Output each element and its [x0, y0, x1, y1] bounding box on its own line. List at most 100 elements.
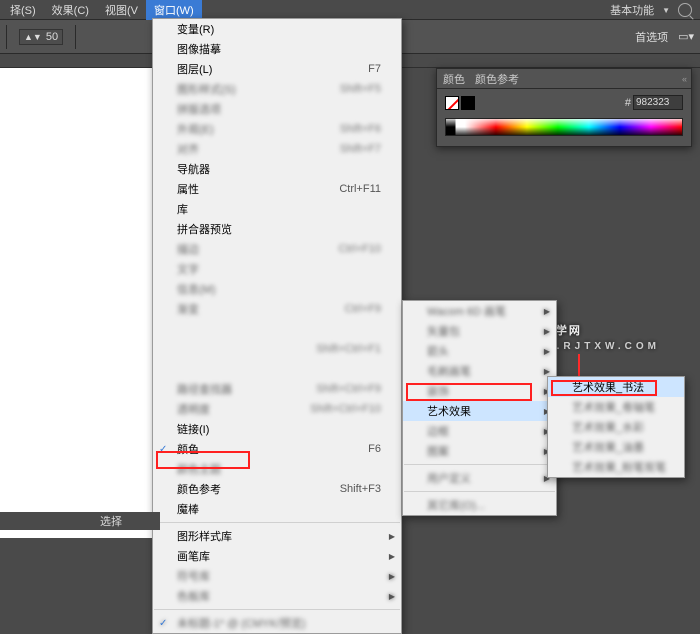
window-menu-item-28[interactable]: 符号库▶ — [153, 566, 401, 586]
menu-item-label: 拼合器预览 — [177, 221, 232, 237]
artistic-item-3[interactable]: 艺术效果_油墨 — [548, 437, 684, 457]
menu-item-label: 图层(L) — [177, 61, 212, 77]
menu-item-shortcut: Shift+F5 — [310, 83, 381, 95]
swatch-black[interactable] — [461, 96, 475, 110]
window-menu-item-14[interactable]: 渐变Ctrl+F9 — [153, 299, 401, 319]
hex-input[interactable] — [633, 95, 683, 110]
window-menu-item-16[interactable]: Shift+Ctrl+F1 — [153, 339, 401, 359]
window-menu-item-21[interactable]: ✓颜色F6 — [153, 439, 401, 459]
stroke-weight-combo[interactable]: ▲▼ 50 — [19, 29, 63, 45]
document-canvas[interactable] — [0, 68, 152, 538]
color-spectrum[interactable] — [445, 118, 683, 136]
menu-item-label: 其它库(O)... — [427, 497, 485, 513]
window-menu-item-8[interactable]: 属性 Ctrl+F11 — [153, 179, 401, 199]
menu-item-label: 艺术效果_书法 — [572, 379, 644, 395]
brush-library-item-2[interactable]: 箭头▶ — [403, 341, 556, 361]
window-menu-item-18[interactable]: 路径查找器Shift+Ctrl+F9 — [153, 379, 401, 399]
menu-item-shortcut: Shift+F3 — [310, 483, 381, 495]
preferences-button[interactable]: 首选项 — [635, 29, 668, 45]
window-menu-item-31[interactable]: ✓未标题-1* @ (CMYK/预览) — [153, 613, 401, 633]
panel-collapse-icon[interactable]: « — [682, 74, 687, 84]
menubar-item-window[interactable]: 窗口(W) — [146, 0, 202, 20]
menu-item-label: Wacom 6D 画笔 — [427, 303, 506, 319]
window-menu-item-26[interactable]: 图形样式库▶ — [153, 526, 401, 546]
window-menu-item-2[interactable]: 图层(L) F7 — [153, 59, 401, 79]
brush-library-item-6[interactable]: 边框▶ — [403, 421, 556, 441]
menu-item-label: 图形样式(S) — [177, 81, 236, 97]
menu-item-label: 对齐 — [177, 141, 199, 157]
window-menu-item-13[interactable]: 信息(M) — [153, 279, 401, 299]
brush-library-item-9[interactable]: 用户定义▶ — [403, 468, 556, 488]
menu-item-label: 毛刷画笔 — [427, 363, 471, 379]
window-menu-item-5[interactable]: 外观(E)Shift+F6 — [153, 119, 401, 139]
submenu-arrow-icon: ▶ — [544, 307, 550, 316]
color-guide-tab[interactable]: 颜色参考 — [475, 71, 519, 87]
artistic-item-0[interactable]: 艺术效果_书法 — [548, 377, 684, 397]
top-menubar: 择(S) 效果(C) 视图(V 窗口(W) 基本功能 ▼ — [0, 0, 700, 20]
window-menu-item-23[interactable]: 颜色参考 Shift+F3 — [153, 479, 401, 499]
brush-library-item-1[interactable]: 矢量包▶ — [403, 321, 556, 341]
workspace-label[interactable]: 基本功能 — [610, 2, 654, 18]
window-menu-item-27[interactable]: 画笔库▶ — [153, 546, 401, 566]
color-tab[interactable]: 颜色 — [443, 71, 465, 87]
chevron-down-icon[interactable]: ▼ — [662, 6, 670, 15]
window-menu-item-15[interactable] — [153, 319, 401, 339]
window-menu-item-7[interactable]: 导航器 — [153, 159, 401, 179]
menu-item-shortcut: Ctrl+F11 — [309, 183, 381, 195]
submenu-arrow-icon: ▶ — [544, 367, 550, 376]
artistic-item-2[interactable]: 艺术效果_水彩 — [548, 417, 684, 437]
window-menu-item-19[interactable]: 透明度Shift+Ctrl+F10 — [153, 399, 401, 419]
brush-library-item-5[interactable]: 艺术效果▶ — [403, 401, 556, 421]
submenu-arrow-icon: ▶ — [389, 592, 395, 601]
window-menu-item-3[interactable]: 图形样式(S) Shift+F5 — [153, 79, 401, 99]
artistic-item-4[interactable]: 艺术效果_粉笔炭笔 — [548, 457, 684, 477]
artistic-item-1[interactable]: 艺术效果_卷轴笔 — [548, 397, 684, 417]
menu-item-label: 艺术效果 — [427, 403, 471, 419]
menu-item-label: 色板库 — [177, 588, 210, 604]
window-menu-item-9[interactable]: 库 — [153, 199, 401, 219]
window-menu-item-17[interactable] — [153, 359, 401, 379]
window-menu-item-29[interactable]: 色板库 ▶ — [153, 586, 401, 606]
menu-item-label: 矢量包 — [427, 323, 460, 339]
window-menu-item-10[interactable]: 拼合器预览 — [153, 219, 401, 239]
brush-library-item-4[interactable]: 装饰▶ — [403, 381, 556, 401]
menu-item-label: 艺术效果_油墨 — [572, 439, 644, 455]
menu-item-label: 路径查找器 — [177, 381, 232, 397]
menu-item-shortcut: F6 — [338, 443, 381, 455]
menu-item-label: 属性 — [177, 181, 199, 197]
artistic-submenu: 艺术效果_书法艺术效果_卷轴笔艺术效果_水彩艺术效果_油墨艺术效果_粉笔炭笔 — [547, 376, 685, 478]
brush-library-item-3[interactable]: 毛刷画笔 ▶ — [403, 361, 556, 381]
window-menu-item-20[interactable]: 链接(I) — [153, 419, 401, 439]
menu-item-label: 颜色参考 — [177, 481, 221, 497]
menubar-item-view[interactable]: 视图(V — [97, 0, 146, 20]
search-icon[interactable] — [678, 3, 692, 17]
menu-item-label: 信息(M) — [177, 281, 216, 297]
window-menu-item-12[interactable]: 文字 — [153, 259, 401, 279]
window-menu-item-6[interactable]: 对齐Shift+F7 — [153, 139, 401, 159]
menu-item-label: 艺术效果_水彩 — [572, 419, 644, 435]
menubar-item-select[interactable]: 择(S) — [2, 0, 44, 20]
menu-item-shortcut: F7 — [338, 63, 381, 75]
swatch-none[interactable] — [445, 96, 459, 110]
window-menu-item-22[interactable]: 颜色主题 — [153, 459, 401, 479]
submenu-arrow-icon: ▶ — [389, 532, 395, 541]
panel-menu-icon[interactable]: ▭▾ — [678, 30, 694, 43]
window-menu-item-0[interactable]: 变量(R) — [153, 19, 401, 39]
hex-label: # — [625, 97, 631, 109]
menu-item-label: 边框 — [427, 423, 449, 439]
brush-library-item-11[interactable]: 其它库(O)... — [403, 495, 556, 515]
brush-library-item-7[interactable]: 图案▶ — [403, 441, 556, 461]
brush-library-item-0[interactable]: Wacom 6D 画笔 ▶ — [403, 301, 556, 321]
window-menu-item-24[interactable]: 魔棒 — [153, 499, 401, 519]
status-bar: 选择 — [0, 512, 160, 530]
menu-item-label: 图像描摹 — [177, 41, 221, 57]
window-menu-item-1[interactable]: 图像描摹 — [153, 39, 401, 59]
menu-item-label: 魔棒 — [177, 501, 199, 517]
menu-item-label: 图案 — [427, 443, 449, 459]
window-menu-item-4[interactable]: 拼版选项 — [153, 99, 401, 119]
menu-item-label: 透明度 — [177, 401, 210, 417]
window-menu-item-11[interactable]: 描边Ctrl+F10 — [153, 239, 401, 259]
menubar-item-effects[interactable]: 效果(C) — [44, 0, 97, 20]
menu-item-label: 符号库 — [177, 568, 210, 584]
menu-item-shortcut: Ctrl+F9 — [315, 303, 381, 315]
